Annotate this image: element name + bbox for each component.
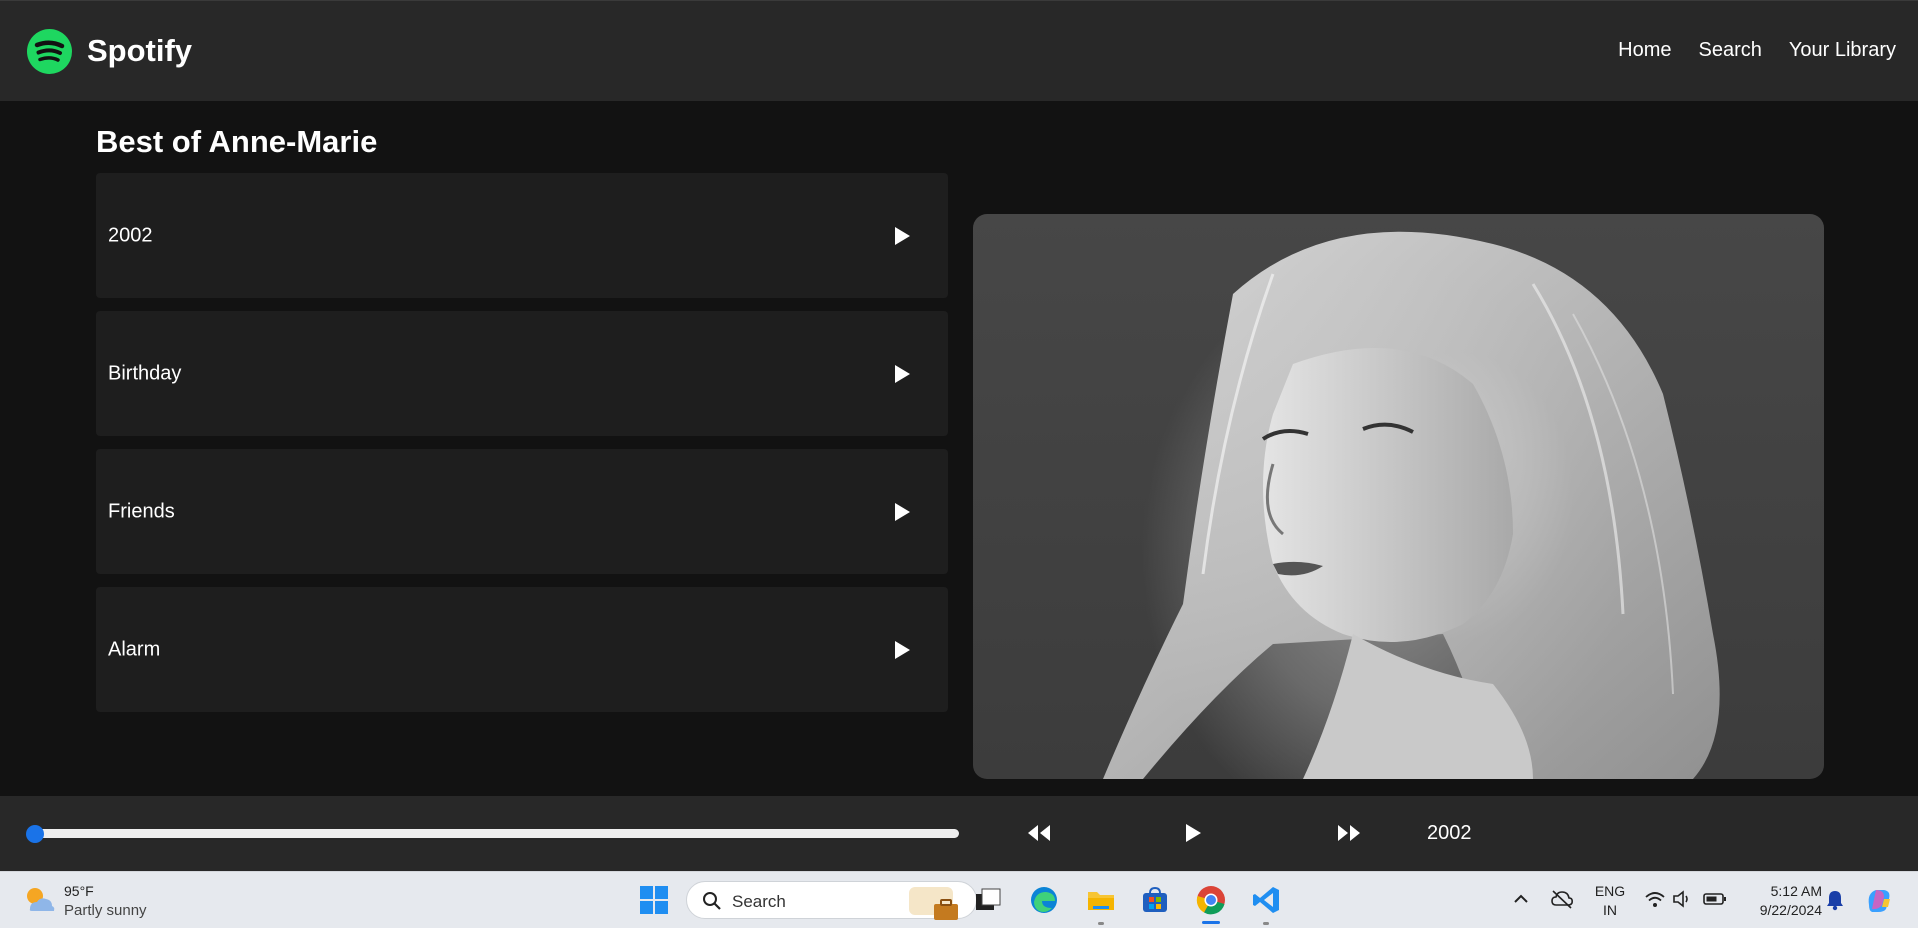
running-indicator [1263, 922, 1269, 925]
running-indicator [1098, 922, 1104, 925]
active-indicator [1202, 921, 1220, 924]
chevron-up-icon[interactable] [1512, 890, 1530, 908]
clock-time[interactable]: 5:12 AM [1746, 883, 1822, 899]
task-view-icon[interactable] [972, 884, 1004, 916]
partly-sunny-icon[interactable] [22, 883, 56, 917]
search-icon [703, 892, 721, 910]
song-name: 2002 [108, 224, 153, 246]
region-indicator[interactable]: IN [1592, 902, 1628, 918]
nav-home[interactable]: Home [1618, 39, 1671, 62]
progress-track[interactable] [27, 829, 959, 838]
fast-forward-icon[interactable] [1336, 822, 1362, 844]
vscode-icon[interactable] [1250, 884, 1282, 916]
windows-start-icon[interactable] [638, 884, 670, 916]
taskbar-search[interactable]: Search [686, 881, 977, 920]
language-indicator[interactable]: ENG [1592, 883, 1628, 899]
taskbar: 95°F Partly sunny Search ENG IN 5:12 AM … [0, 871, 1918, 928]
edge-icon[interactable] [1028, 884, 1060, 916]
play-icon[interactable] [891, 501, 913, 523]
nav-your-library[interactable]: Your Library [1789, 39, 1896, 62]
weather-temp[interactable]: 95°F [64, 883, 94, 899]
play-icon[interactable] [1180, 822, 1206, 844]
brand-name[interactable]: Spotify [87, 33, 192, 69]
chrome-icon[interactable] [1195, 884, 1227, 916]
store-icon[interactable] [1139, 884, 1171, 916]
briefcase-icon [909, 887, 958, 920]
artist-photo [973, 214, 1824, 779]
song-item[interactable]: 2002 [96, 173, 948, 298]
song-item[interactable]: Birthday [96, 311, 948, 436]
file-explorer-icon[interactable] [1085, 884, 1117, 916]
weather-desc[interactable]: Partly sunny [64, 902, 147, 919]
play-icon[interactable] [891, 639, 913, 661]
song-list: 2002 Birthday Friends Alarm [96, 173, 948, 725]
rewind-icon[interactable] [1026, 822, 1052, 844]
copilot-icon[interactable] [1864, 885, 1894, 915]
song-item[interactable]: Friends [96, 449, 948, 574]
nav-search[interactable]: Search [1699, 39, 1762, 62]
search-placeholder: Search [732, 892, 786, 911]
wifi-icon[interactable] [1644, 890, 1666, 908]
song-name: Birthday [108, 362, 182, 384]
top-nav: Home Search Your Library [1618, 39, 1896, 62]
player-bar: 2002 [0, 796, 1918, 871]
volume-icon[interactable] [1672, 890, 1692, 908]
play-icon[interactable] [891, 363, 913, 385]
cloud-offline-icon[interactable] [1550, 888, 1574, 910]
notification-bell-icon[interactable] [1825, 889, 1845, 911]
clock-date[interactable]: 9/22/2024 [1740, 902, 1822, 918]
app-header: Spotify Home Search Your Library [0, 0, 1918, 101]
song-item[interactable]: Alarm [96, 587, 948, 712]
playlist-title: Best of Anne-Marie [96, 124, 378, 159]
song-name: Alarm [108, 638, 161, 660]
song-name: Friends [108, 500, 175, 522]
now-playing-title: 2002 [1427, 822, 1472, 844]
battery-icon[interactable] [1703, 891, 1727, 907]
play-icon[interactable] [891, 225, 913, 247]
spotify-logo-icon[interactable] [27, 29, 72, 74]
progress-thumb[interactable] [26, 825, 44, 843]
